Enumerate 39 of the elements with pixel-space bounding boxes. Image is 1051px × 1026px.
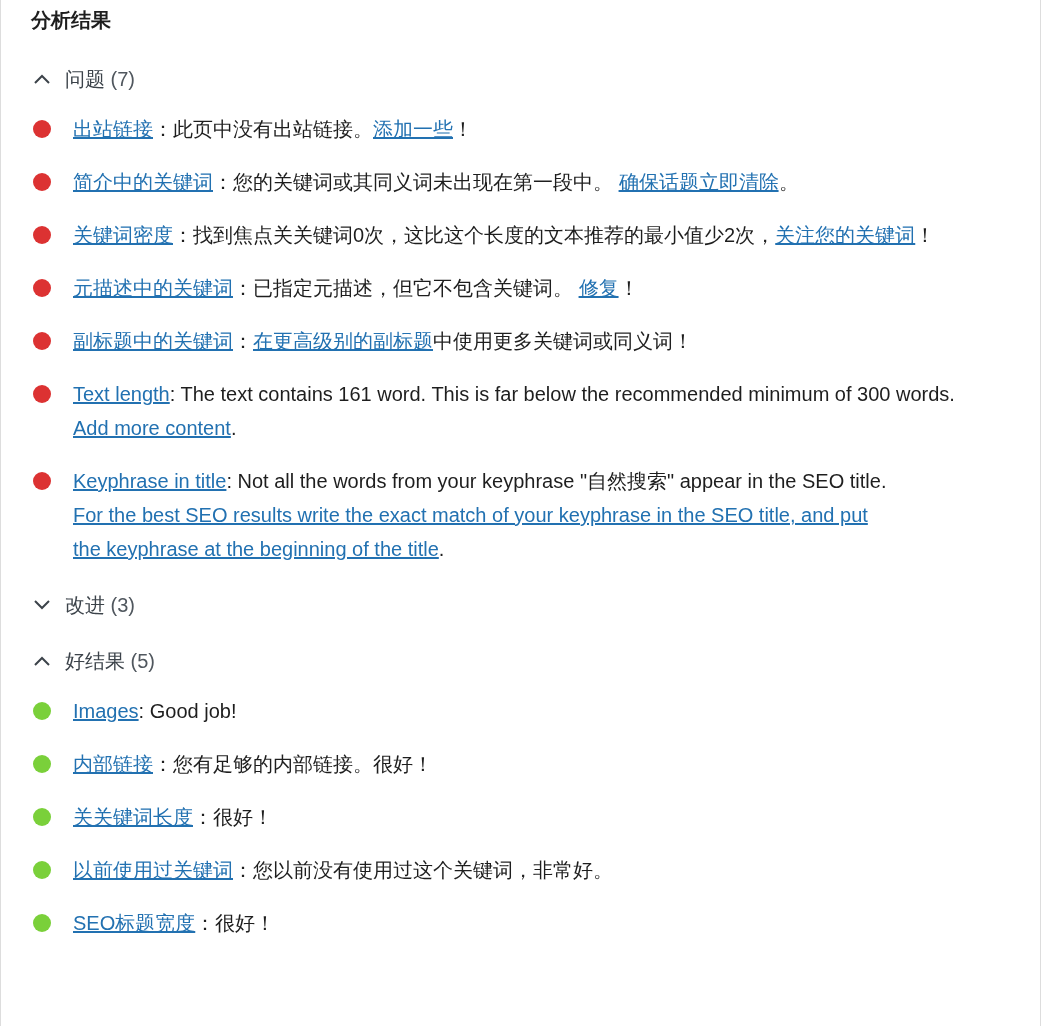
- result-link[interactable]: Text length: [73, 383, 170, 405]
- result-link[interactable]: 副标题中的关键词: [73, 330, 233, 352]
- result-link[interactable]: 关关键词长度: [73, 806, 193, 828]
- result-text: Keyphrase in title: Not all the words from your keyphrase "自然搜索" appear in the SEO title. For the best SEO results write the exact match of your keyphrase in the SEO title, and put the keyphrase at the beginning of the title.: [73, 469, 888, 562]
- result-link[interactable]: 以前使用过关键词: [73, 859, 233, 881]
- result-link[interactable]: 关键词密度: [73, 224, 173, 246]
- section-toggle[interactable]: 问题 (7): [31, 62, 135, 96]
- result-text: 出站链接：此页中没有出站链接。添加一些！: [73, 117, 473, 142]
- result-link[interactable]: 内部链接: [73, 753, 153, 775]
- result-link[interactable]: 元描述中的关键词: [73, 277, 233, 299]
- result-link[interactable]: Keyphrase in title: [73, 470, 227, 492]
- result-link[interactable]: 修复: [578, 277, 619, 299]
- result-link[interactable]: 出站链接: [73, 118, 153, 140]
- result-link[interactable]: 确保话题立即清除: [618, 171, 779, 193]
- result-link[interactable]: Images: [73, 700, 139, 722]
- result-text: 关关键词长度：很好！: [73, 805, 273, 830]
- result-text: 以前使用过关键词：您以前没有使用过这个关键词，非常好。: [73, 858, 613, 883]
- result-link[interactable]: 简介中的关键词: [73, 171, 213, 193]
- result-text: 关键词密度：找到焦点关关键词0次，这比这个长度的文本推荐的最小值少2次，关注您的关键词！: [73, 223, 936, 248]
- result-text: 副标题中的关键词：在更高级别的副标题中使用更多关键词或同义词！: [73, 329, 693, 354]
- chevron-icon: [33, 599, 51, 611]
- result-text: 内部链接：您有足够的内部链接。很好！: [73, 752, 433, 777]
- result-link[interactable]: 关注您的关键词: [775, 224, 916, 246]
- result-text: Text length: The text contains 161 word. This is far below the recommended minimum of 300 words. Add more content.: [73, 382, 956, 441]
- result-link[interactable]: 在更高级别的副标题: [253, 330, 433, 352]
- result-text: Images: Good job!: [73, 699, 237, 724]
- result-text: 元描述中的关键词：已指定元描述，但它不包含关键词。 修复！: [73, 276, 639, 301]
- panel-title: 分析结果: [31, 8, 112, 33]
- result-link[interactable]: For the best SEO results write the exact match of your keyphrase in the SEO title, and put: [73, 504, 868, 526]
- chevron-icon: [33, 73, 51, 85]
- result-link[interactable]: SEO标题宽度: [73, 912, 196, 934]
- result-text: SEO标题宽度：很好！: [73, 911, 276, 936]
- result-text: 简介中的关键词：您的关键词或其同义词未出现在第一段中。 确保话题立即清除。: [73, 170, 799, 195]
- result-link[interactable]: the keyphrase at the beginning of the title: [73, 538, 439, 560]
- section-toggle[interactable]: 好结果 (5): [31, 644, 155, 678]
- chevron-icon: [33, 655, 51, 667]
- result-link[interactable]: Add more content: [73, 417, 231, 439]
- result-link[interactable]: 添加一些: [373, 118, 453, 140]
- section-toggle[interactable]: 改进 (3): [31, 588, 135, 622]
